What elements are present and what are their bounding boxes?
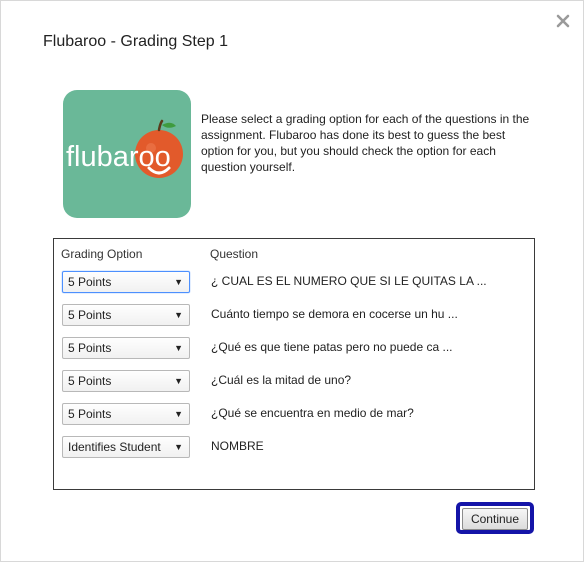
question-text: NOMBRE xyxy=(211,439,264,453)
table-row: 5 Points ▼ ¿Qué se encuentra en medio de… xyxy=(62,403,532,425)
chevron-down-icon: ▼ xyxy=(174,376,183,386)
intro-text: Please select a grading option for each … xyxy=(201,112,530,174)
table-row: 5 Points ▼ ¿ CUAL ES EL NUMERO QUE SI LE… xyxy=(62,271,532,293)
table-row: 5 Points ▼ ¿Cuál es la mitad de uno? xyxy=(62,370,532,392)
grading-option-select[interactable]: Identifies Student ▼ xyxy=(62,436,190,458)
close-button[interactable] xyxy=(554,12,572,30)
question-header: Question xyxy=(210,247,259,261)
table-row: 5 Points ▼ Cuánto tiempo se demora en co… xyxy=(62,304,532,326)
continue-button[interactable]: Continue xyxy=(462,508,528,530)
close-icon xyxy=(556,14,570,28)
chevron-down-icon: ▼ xyxy=(174,343,183,353)
flubaroo-logo: flubaroo xyxy=(63,90,191,218)
question-text: ¿Qué es que tiene patas pero no puede ca… xyxy=(211,340,453,354)
question-text: ¿ CUAL ES EL NUMERO QUE SI LE QUITAS LA … xyxy=(211,274,487,288)
grading-option-select[interactable]: 5 Points ▼ xyxy=(62,304,190,326)
chevron-down-icon: ▼ xyxy=(174,310,183,320)
grading-option-select[interactable]: 5 Points ▼ xyxy=(62,271,190,293)
grading-option-header: Grading Option xyxy=(61,247,143,261)
logo-text: flubaroo xyxy=(66,141,171,173)
grading-option-select[interactable]: 5 Points ▼ xyxy=(62,403,190,425)
question-text: ¿Cuál es la mitad de uno? xyxy=(211,373,352,387)
chevron-down-icon: ▼ xyxy=(174,442,183,452)
table-row: 5 Points ▼ ¿Qué es que tiene patas pero … xyxy=(62,337,532,359)
grading-option-select[interactable]: 5 Points ▼ xyxy=(62,337,190,359)
grading-dialog: Flubaroo - Grading Step 1 flubaroo Pleas… xyxy=(0,0,584,562)
question-table: Grading Option Question 5 Points ▼ ¿ CUA… xyxy=(53,238,535,490)
grading-option-select[interactable]: 5 Points ▼ xyxy=(62,370,190,392)
chevron-down-icon: ▼ xyxy=(174,277,183,287)
table-row: Identifies Student ▼ NOMBRE xyxy=(62,436,532,458)
chevron-down-icon: ▼ xyxy=(174,409,183,419)
question-text: Cuánto tiempo se demora en cocerse un hu… xyxy=(211,307,458,321)
dialog-title: Flubaroo - Grading Step 1 xyxy=(43,33,228,50)
question-text: ¿Qué se encuentra en medio de mar? xyxy=(211,406,414,420)
